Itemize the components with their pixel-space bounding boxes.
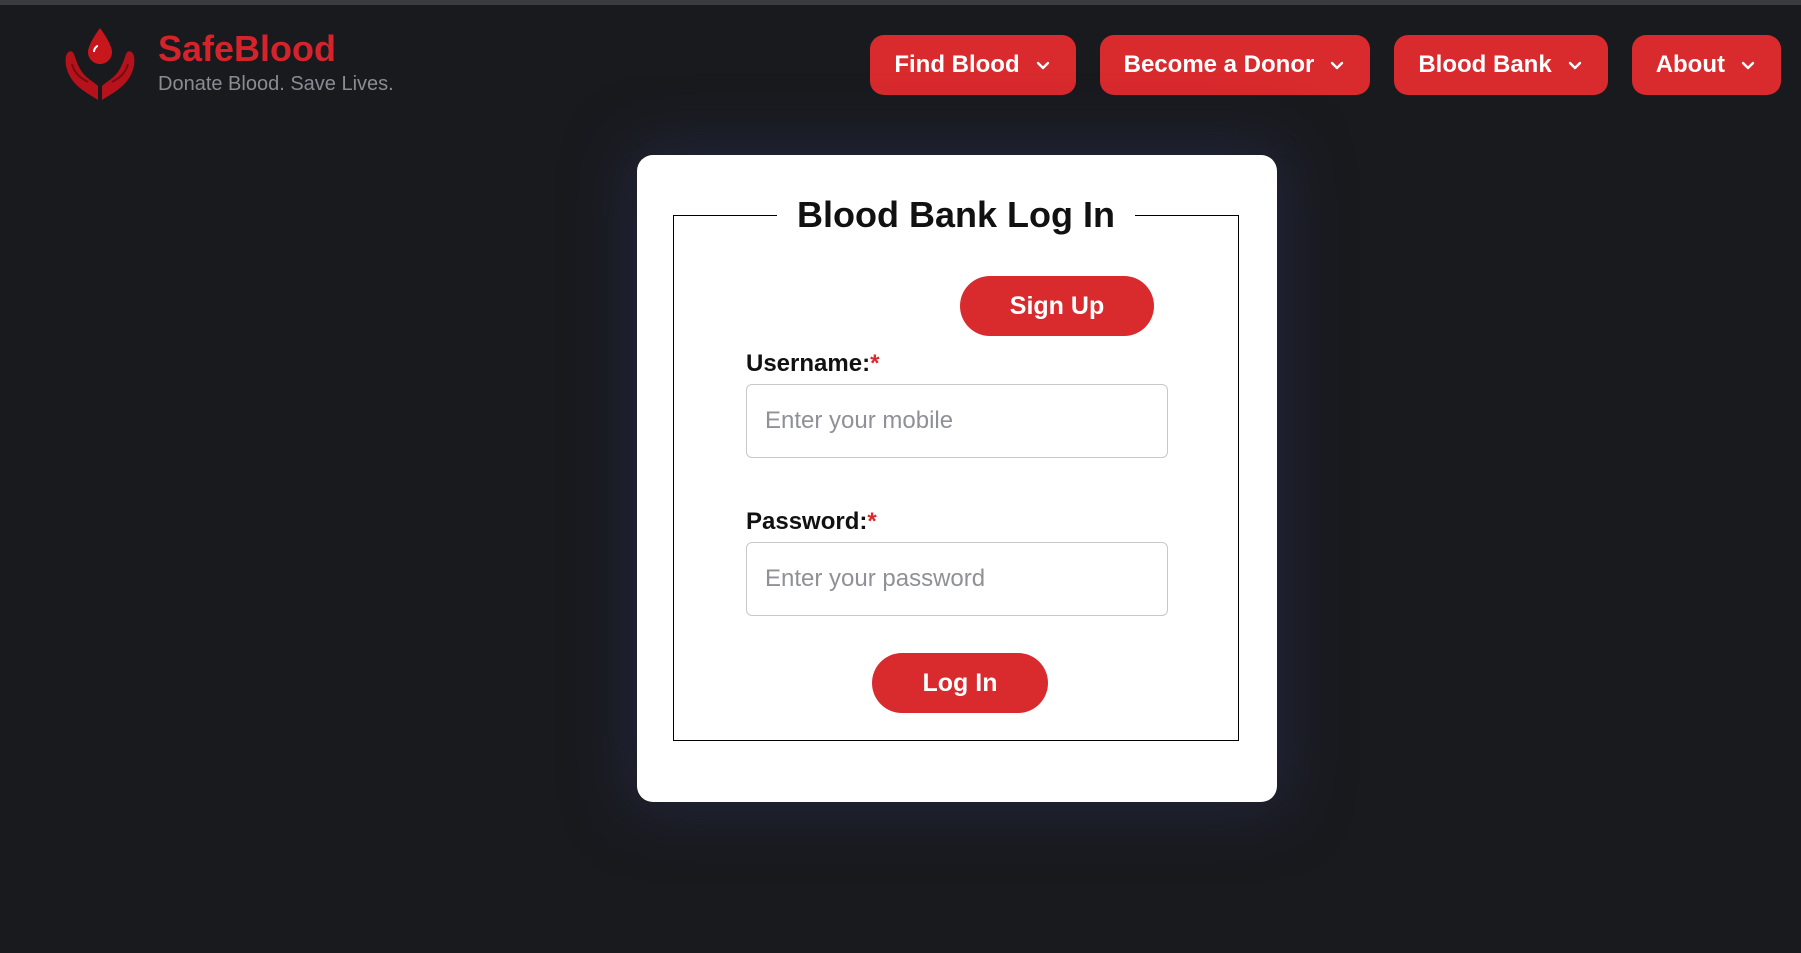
nav-blood-bank[interactable]: Blood Bank xyxy=(1394,35,1608,95)
required-mark: * xyxy=(867,508,877,535)
nav-label: About xyxy=(1655,51,1725,78)
chevron-down-icon xyxy=(1741,61,1755,70)
login-fieldset: Blood Bank Log In Sign Up Username:* Pas… xyxy=(673,194,1239,741)
nav-label: Become a Donor xyxy=(1123,51,1315,78)
nav-find-blood[interactable]: Find Blood xyxy=(870,35,1076,95)
brand[interactable]: SafeBlood Donate Blood. Save Lives. xyxy=(60,24,394,104)
nav-label: Find Blood xyxy=(894,51,1020,78)
nav-label: Blood Bank xyxy=(1418,51,1552,78)
brand-tagline: Donate Blood. Save Lives. xyxy=(158,73,394,95)
blood-drop-hands-icon xyxy=(65,28,135,100)
form-title: Blood Bank Log In xyxy=(777,194,1135,235)
chevron-down-icon xyxy=(1036,61,1049,70)
password-input[interactable] xyxy=(746,542,1168,616)
username-label: Username:* xyxy=(746,350,879,378)
required-mark: * xyxy=(870,350,880,377)
chevron-down-icon xyxy=(1568,61,1581,70)
main-nav: Find Blood Become a Donor Blood Bank Abo… xyxy=(870,35,1781,95)
sign-up-button[interactable]: Sign Up xyxy=(960,276,1154,336)
window-top-border xyxy=(0,0,1801,5)
login-card: Blood Bank Log In Sign Up Username:* Pas… xyxy=(637,155,1277,802)
nav-become-donor[interactable]: Become a Donor xyxy=(1099,35,1371,95)
nav-about[interactable]: About xyxy=(1631,35,1781,95)
brand-title: SafeBlood xyxy=(158,28,337,69)
password-label-text: Password: xyxy=(746,508,868,535)
log-in-button[interactable]: Log In xyxy=(872,653,1048,713)
chevron-down-icon xyxy=(1331,61,1344,70)
password-label: Password:* xyxy=(746,508,877,536)
username-label-text: Username: xyxy=(746,350,871,377)
login-legend: Blood Bank Log In xyxy=(674,192,1238,238)
username-input[interactable] xyxy=(746,384,1168,458)
